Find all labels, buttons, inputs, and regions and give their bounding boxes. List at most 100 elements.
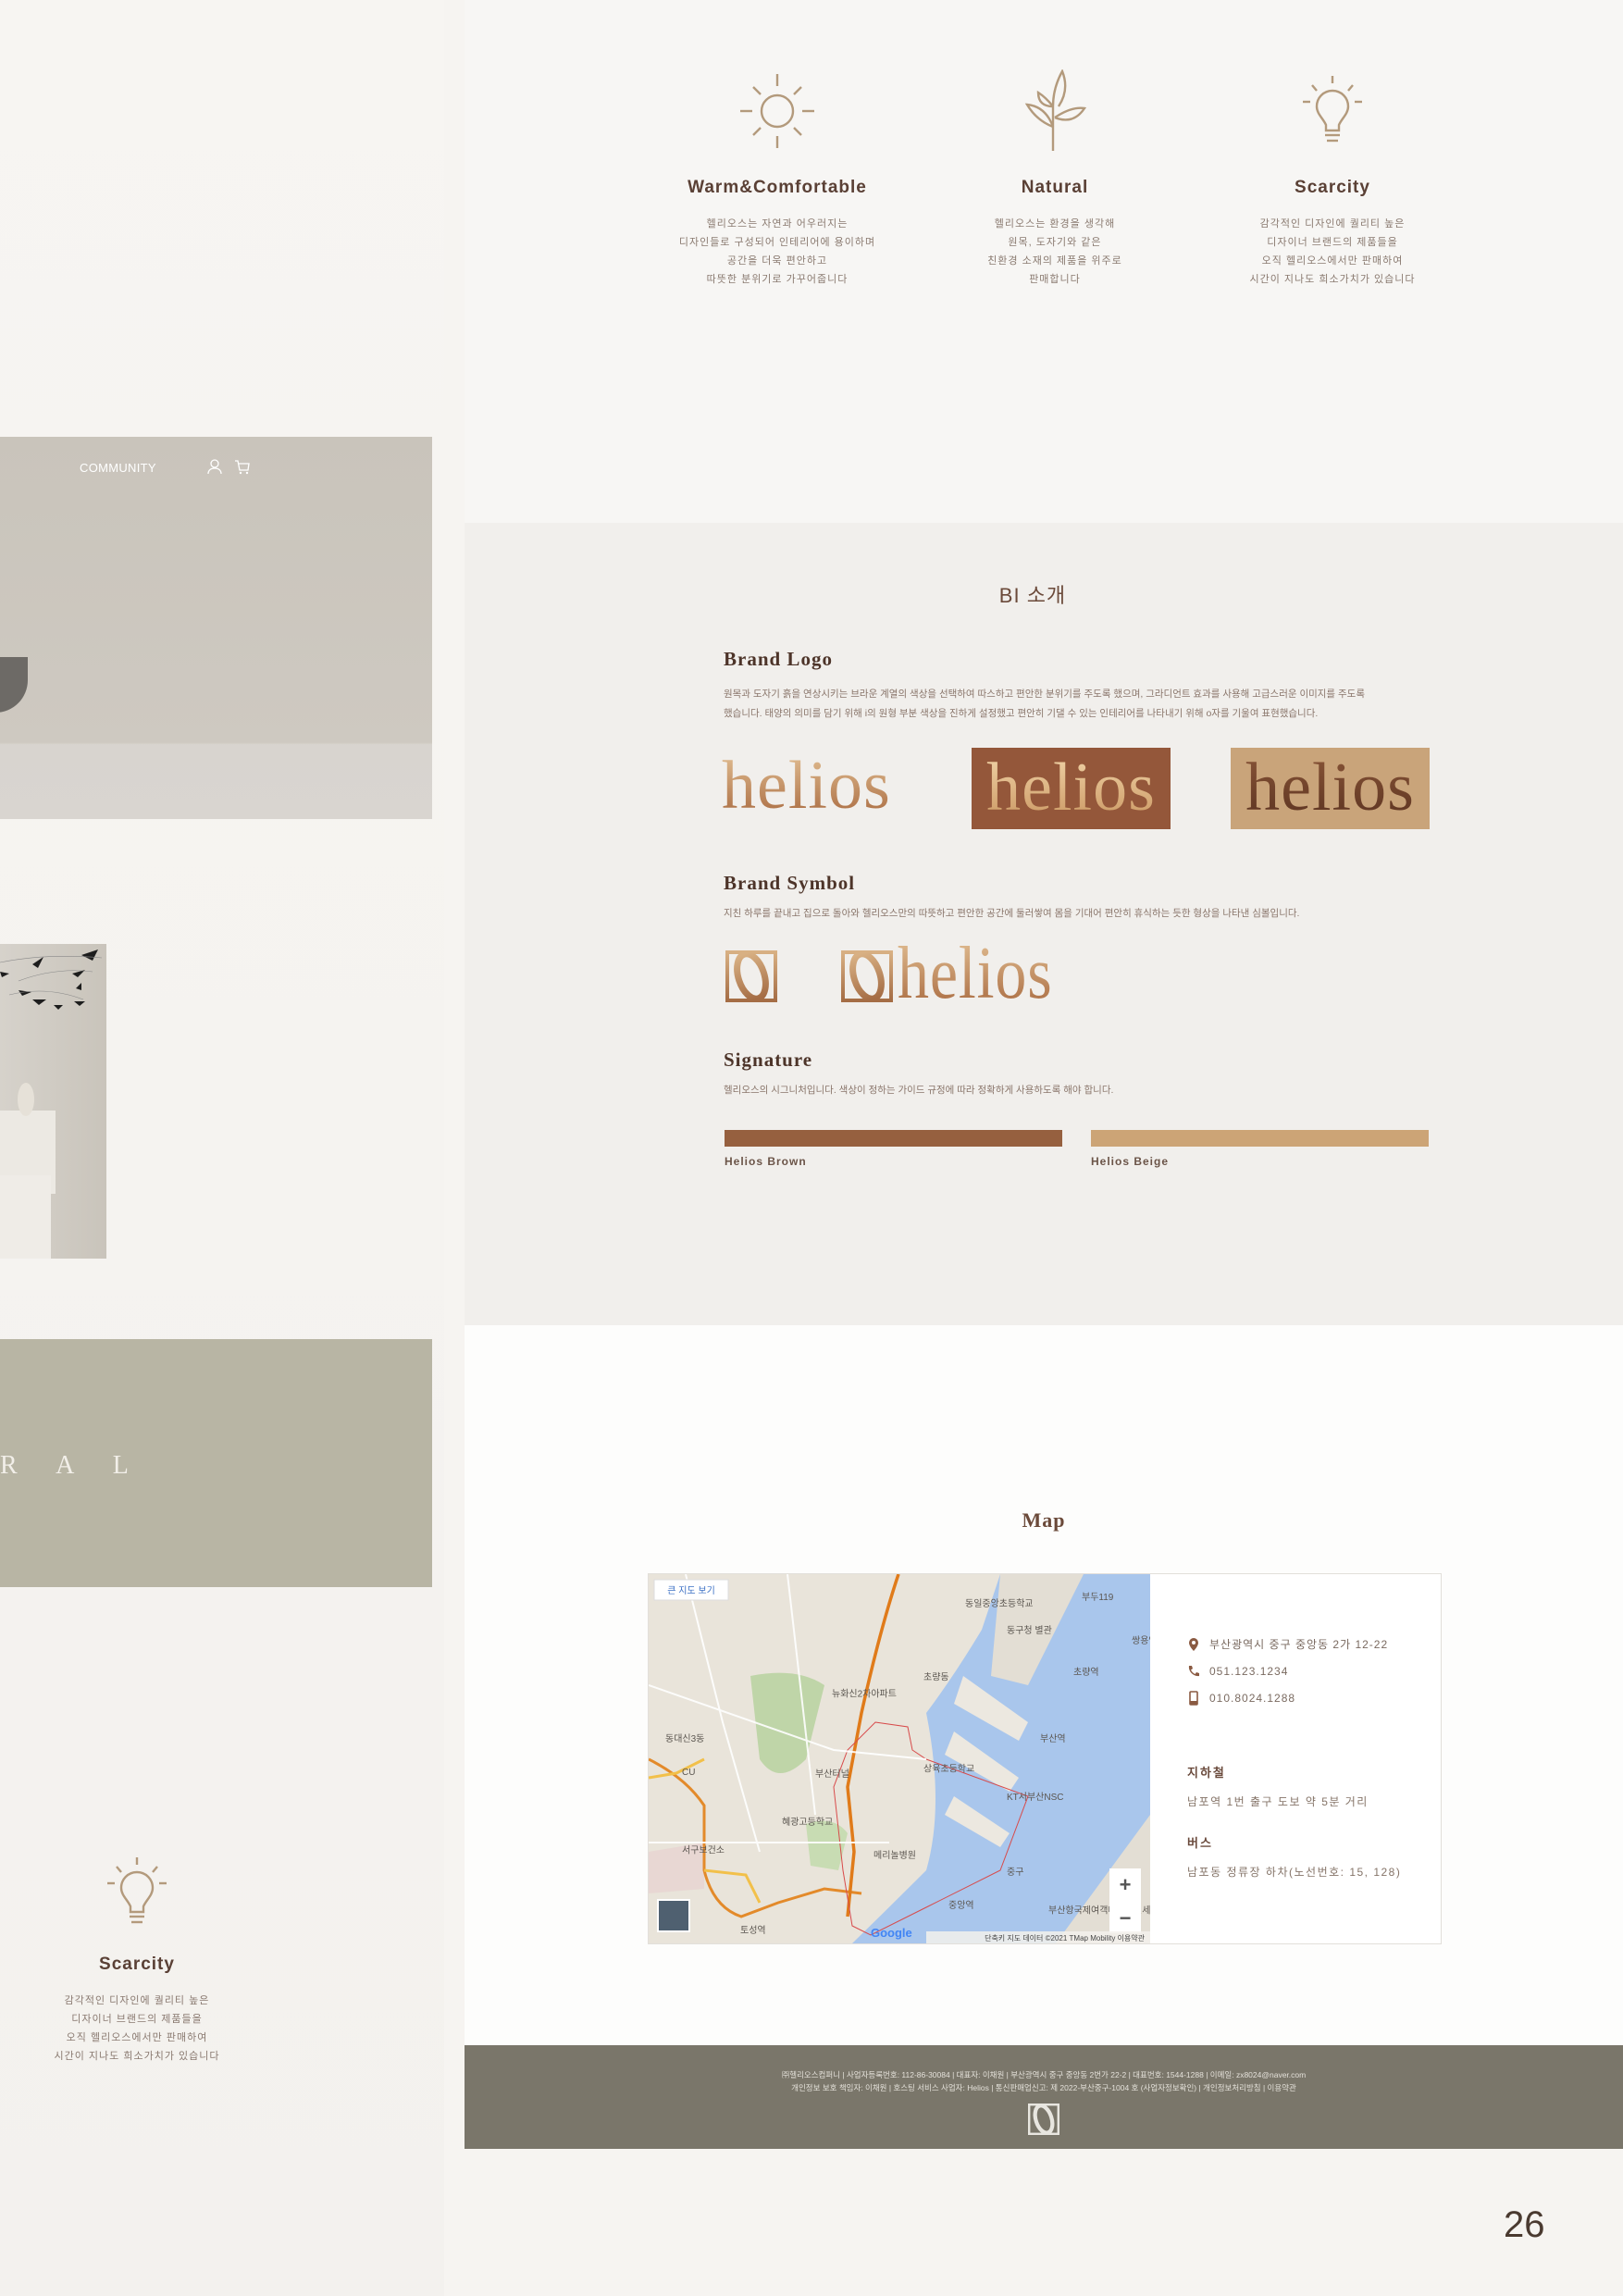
feature-text-line: 감각적인 디자인에 퀄리티 높은 <box>64 1995 210 2006</box>
swatch-helios-brown <box>725 1130 1062 1147</box>
feature-text-line: 헬리오스는 환경을 생각해 <box>994 218 1116 230</box>
feature-text-line: 시간이 지나도 희소가치가 있습니다 <box>54 2051 220 2062</box>
signature-description: 헬리오스의 시그니처입니다. 색상이 정하는 가이드 규정에 따라 정확하게 사… <box>724 1085 1114 1096</box>
footer-legal-info: 개인정보 보호 책임자: 이채원 | 호스팅 서비스 사업자: Helios |… <box>791 2083 1296 2092</box>
user-icon[interactable] <box>207 459 222 475</box>
description-line: 했습니다. 태양의 의미를 담기 위해 i의 원형 부분 색상을 진하게 설정했… <box>724 708 1319 719</box>
feature-text: 헬리오스는 환경을 생각해원목, 도자기와 같은친환경 소재의 제품을 위주로판… <box>916 215 1194 289</box>
map-place-label: 동일중앙초등학교 <box>965 1598 1034 1609</box>
hero-image <box>0 437 432 819</box>
helios-wordmark: helios <box>986 750 1156 825</box>
brand-logo-description: 원목과 도자기 흙을 연상시키는 브라운 계열의 색상을 선택하여 따스하고 편… <box>724 685 1445 724</box>
map-place-label: 부산역 <box>1040 1733 1066 1744</box>
brand-logo-heading: Brand Logo <box>724 648 833 670</box>
cart-icon[interactable] <box>234 460 250 475</box>
feature-text-line: 오직 헬리오스에서만 판매하여 <box>1261 255 1404 267</box>
feature-text-line: 헬리오스는 자연과 어우러지는 <box>706 218 849 230</box>
helios-symbol-icon <box>841 950 893 1002</box>
feature-title: Natural <box>1021 178 1089 197</box>
map-place-label: 부두119 <box>1082 1593 1114 1603</box>
map-place-label: 중구 <box>1007 1867 1023 1878</box>
feature-text: 감각적인 디자인에 퀄리티 높은디자이너 브랜드의 제품들을오직 헬리오스에서만… <box>0 1992 274 2066</box>
map-place-label: 초량역 <box>1073 1667 1099 1678</box>
footer: ㈜헬리오스컴퍼니 | 사업자등록번호: 112-86-30084 | 대표자: … <box>465 2045 1623 2149</box>
leaf-icon <box>1024 68 1087 151</box>
address-row: 부산광역시 중구 중앙동 2가 12-22 <box>1187 1636 1437 1652</box>
feature-text: 헬리오스는 자연과 어우러지는 디자인들로 구성되어 인테리어에 용이하며 공간을 … <box>638 215 916 289</box>
lightbulb-icon <box>107 1857 167 1924</box>
address-text: 부산광역시 중구 중앙동 2가 12-22 <box>1209 1638 1389 1651</box>
map-place-label: 뉴화신2차아파트 <box>832 1688 897 1699</box>
map-info-panel: 부산광역시 중구 중앙동 2가 12-22 051.123.1234 010.8… <box>1187 1636 1437 1880</box>
helios-logo-on-brown: helios <box>972 748 1171 829</box>
feature-text-line: 시간이 지나도 희소가치가 있습니다 <box>1249 274 1416 285</box>
feature-title: Warm&Comfortable <box>688 178 867 197</box>
view-larger-map-label[interactable]: 큰 지도 보기 <box>667 1585 715 1596</box>
map-place-label: 상육초등학교 <box>923 1763 974 1774</box>
signature-heading: Signature <box>724 1049 813 1071</box>
helios-symbol-wordmark: helios <box>898 933 1053 1014</box>
map-place-label: 쌍용양회공업 부산공장 <box>1132 1634 1150 1646</box>
feature-text: 감각적인 디자인에 퀄리티 높은디자이너 브랜드의 제품들을오직 헬리오스에서만… <box>1194 215 1471 289</box>
phone-text[interactable]: 051.123.1234 <box>1209 1665 1288 1678</box>
feature-title: Scarcity <box>1295 178 1370 197</box>
feature-card: Natural 헬리오스는 환경을 생각해원목, 도자기와 같은친환경 소재의 제… <box>916 68 1194 289</box>
satellite-toggle[interactable] <box>657 1899 690 1932</box>
feature-card: Warm&Comfortable 헬리오스는 자연과 어우러지는디자인들로 구성되… <box>638 69 916 289</box>
bus-text: 남포동 정류장 하차(노선번호: 15, 128) <box>1187 1866 1402 1879</box>
bi-title: BI 소개 <box>998 584 1067 607</box>
feature-text-line: 디자이너 브랜드의 제품들을 <box>71 2014 203 2025</box>
google-logo: Google <box>871 1926 912 1940</box>
nav-community[interactable]: COMMUNITY <box>80 461 156 475</box>
hero-nav: COMMUNITY <box>80 461 156 475</box>
description-line: 원목과 도자기 흙을 연상시키는 브라운 계열의 색상을 선택하여 따스하고 편… <box>724 689 1365 700</box>
zoom-in-button[interactable]: + <box>1120 1873 1132 1896</box>
map-place-label: CU <box>682 1768 695 1778</box>
map-place-label: 토성역 <box>740 1925 766 1936</box>
swatch-label: Helios Brown <box>725 1155 807 1168</box>
feature-text-line: 원목, 도자기와 같은 <box>1008 237 1102 248</box>
footer-helios-symbol-icon <box>1028 2104 1059 2135</box>
mobile-text[interactable]: 010.8024.1288 <box>1209 1692 1295 1705</box>
feature-text-line: 판매합니다 <box>1029 274 1081 285</box>
banner-text: R A L <box>0 1451 145 1480</box>
map-place-label: 메리놀병원 <box>873 1850 916 1861</box>
swatch-label: Helios Beige <box>1091 1155 1170 1168</box>
interior-photo <box>0 944 106 1259</box>
bus-heading: 버스 <box>1187 1836 1213 1850</box>
brand-symbol-description: 지친 하루를 끝내고 집으로 돌아와 헬리오스만의 따뜻하고 편안한 공간에 둘… <box>724 908 1300 919</box>
feature-text-line: 따뜻한 분위기로 가꾸어줍니다 <box>706 274 849 285</box>
features-row: Warm&Comfortable 헬리오스는 자연과 어우러지는디자인들로 구성되… <box>638 68 1471 289</box>
map-place-label: 혜광고등학교 <box>782 1817 833 1828</box>
feature-text-line: 디자이너 브랜드의 제품들을 <box>1267 237 1398 248</box>
subway-text: 남포역 1번 출구 도보 약 5분 거리 <box>1187 1795 1369 1808</box>
map-title: Map <box>1022 1508 1066 1532</box>
feature-text-line: 감각적인 디자인에 퀄리티 높은 <box>1259 218 1406 230</box>
phone-row: 051.123.1234 <box>1187 1665 1437 1678</box>
feature-card: Scarcity 감각적인 디자인에 퀄리티 높은디자이너 브랜드의 제품들을오직… <box>1194 69 1471 289</box>
feature-text-line: 친환경 소재의 제품을 위주로 <box>987 255 1122 267</box>
feature-text-line: 디자인들로 구성되어 인테리어에 용이하며 <box>678 237 876 248</box>
map-place-label: 동구청 별관 <box>1007 1625 1052 1636</box>
mobile-row: 010.8024.1288 <box>1187 1691 1437 1706</box>
map-place-label: 초량동 <box>923 1671 949 1682</box>
subway-heading: 지하철 <box>1187 1766 1226 1780</box>
location-pin-icon <box>1189 1637 1198 1651</box>
feature-card-scarcity-left: Scarcity 감각적인 디자인에 퀄리티 높은디자이너 브랜드의 제품들을오… <box>0 1855 274 2066</box>
bi-section <box>465 523 1623 1325</box>
swatch-helios-beige <box>1091 1130 1429 1147</box>
feature-text-line: 오직 헬리오스에서만 판매하여 <box>66 2032 208 2043</box>
helios-wordmark: helios <box>1245 750 1415 825</box>
map-place-label: 동대신3동 <box>665 1733 704 1744</box>
zoom-out-button[interactable]: − <box>1120 1906 1132 1930</box>
map-attribution[interactable]: 단축키 지도 데이터 ©2021 TMap Mobility 이용약관 <box>985 1933 1146 1942</box>
map-place-label: KT서부산NSC <box>1007 1792 1064 1803</box>
footer-company-info: ㈜헬리오스컴퍼니 | 사업자등록번호: 112-86-30084 | 대표자: … <box>781 2070 1307 2079</box>
helios-logo-gradient: helios <box>722 748 891 824</box>
map-place-label: 서구보건소 <box>682 1845 725 1856</box>
embedded-map[interactable]: 동일중앙초등학교동구청 별관 부두119 쌍용양회공업 부산공장초량역 초량동뉴화신2… <box>649 1574 1150 1943</box>
feature-title: Scarcity <box>99 1955 175 1974</box>
mobile-phone-icon <box>1189 1691 1198 1706</box>
brand-symbol-heading: Brand Symbol <box>724 872 856 894</box>
map-place-label: 중앙역 <box>948 1900 974 1911</box>
